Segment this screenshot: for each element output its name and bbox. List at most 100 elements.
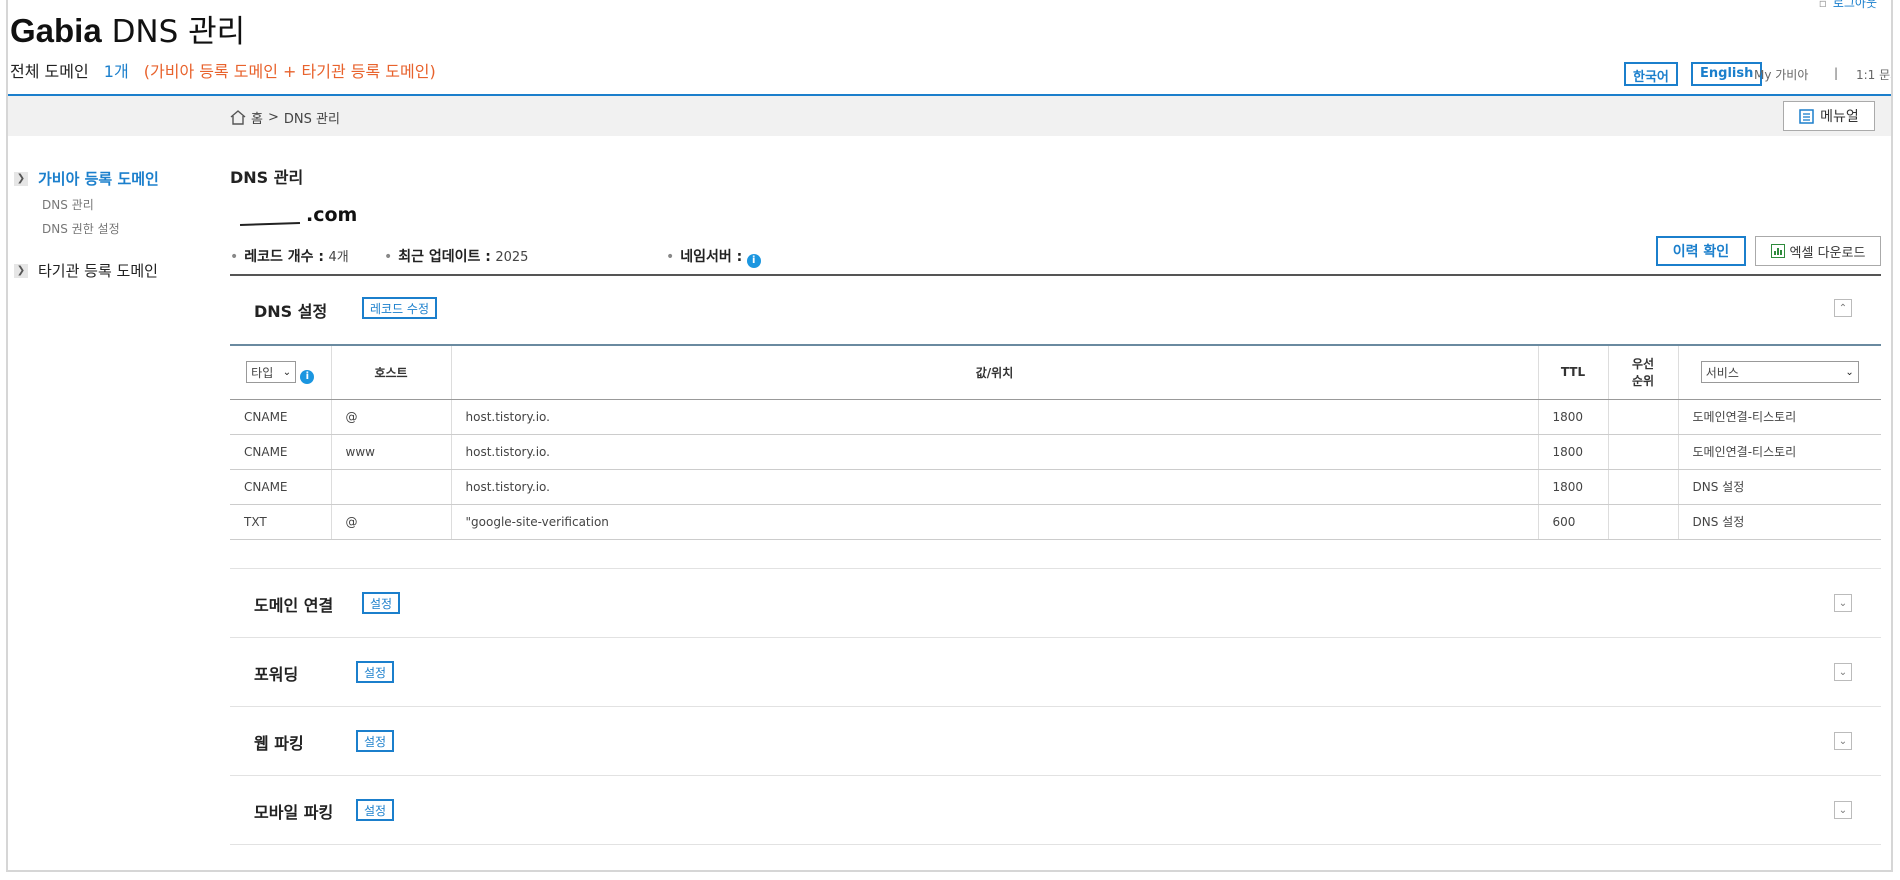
mobile-parking-settings-button[interactable]: 설정 xyxy=(356,799,395,821)
info-icon[interactable]: i xyxy=(746,254,761,268)
breadcrumb-separator: > xyxy=(267,110,279,125)
breadcrumb-bar: 홈 > DNS 관리 메뉴얼 xyxy=(8,96,1891,136)
sidebar-item-dns-permission[interactable]: DNS 권한 설정 xyxy=(42,220,120,237)
record-host: @ xyxy=(330,399,451,435)
sidebar-group-label: 타기관 등록 도메인 xyxy=(38,262,158,280)
manual-button[interactable]: 메뉴얼 xyxy=(1783,101,1875,131)
chevron-right-icon: ❯ xyxy=(14,171,28,186)
record-priority xyxy=(1607,504,1678,540)
expand-toggle-icon[interactable]: ⌄ xyxy=(1834,801,1852,819)
expand-toggle-icon[interactable]: ⌄ xyxy=(1834,594,1852,612)
excel-download-button[interactable]: 엑셀 다운로드 xyxy=(1755,236,1881,266)
service-filter-select[interactable]: 서비스 ⌄ xyxy=(1700,361,1859,384)
expand-toggle-icon[interactable]: ⌄ xyxy=(1834,663,1852,681)
inquiry-link[interactable]: 1:1 문의 xyxy=(1856,66,1891,83)
section-divider xyxy=(230,706,1881,707)
forwarding-settings-button[interactable]: 설정 xyxy=(356,661,395,683)
domain-connect-title: 도메인 연결 xyxy=(254,596,334,615)
sidebar-item-dns-manage[interactable]: DNS 관리 xyxy=(42,196,94,213)
sidebar-group-gabia[interactable]: ❯ 가비아 등록 도메인 xyxy=(14,168,159,189)
edit-records-button[interactable]: 레코드 수정 xyxy=(362,297,438,319)
table-row: CNAME www host.tistory.io. 1800 도메인연결-티스… xyxy=(230,434,1881,470)
excel-icon xyxy=(1770,244,1785,258)
service-header: 서비스 ⌄ xyxy=(1677,344,1881,400)
web-parking-settings-button[interactable]: 설정 xyxy=(356,730,395,752)
app-title-text: DNS 관리 xyxy=(111,14,246,50)
record-count: • 레코드 개수 : 4개 xyxy=(230,249,349,265)
section-divider xyxy=(230,844,1881,845)
domain-summary: 전체 도메인 1개 (가비아 등록 도메인 + 타기관 등록 도메인) xyxy=(10,58,436,82)
brand-name: Gabia xyxy=(10,12,102,49)
value-header: 값/위치 xyxy=(450,344,1538,400)
summary-label: 전체 도메인 xyxy=(10,62,89,81)
record-ttl: 600 xyxy=(1537,504,1608,540)
breadcrumb-current: DNS 관리 xyxy=(283,112,340,127)
breadcrumb-home[interactable]: 홈 xyxy=(251,108,263,127)
record-type: CNAME xyxy=(230,469,331,505)
record-value: host.tistory.io. xyxy=(450,434,1538,470)
domain-name: .com xyxy=(239,204,358,227)
record-value: host.tistory.io. xyxy=(450,399,1538,435)
section-divider xyxy=(230,637,1881,638)
collapse-toggle-icon[interactable]: ⌃ xyxy=(1834,299,1852,317)
record-value: "google-site-verification xyxy=(450,504,1538,540)
nameserver-label: 네임서버 : xyxy=(680,249,743,265)
last-updated-label: 최근 업데이트 : xyxy=(398,249,491,265)
record-type: CNAME xyxy=(230,399,331,435)
forwarding-title: 포워딩 xyxy=(254,665,299,684)
record-host xyxy=(330,469,451,505)
summary-count[interactable]: 1개 xyxy=(104,62,129,81)
logout-link[interactable]: ▫ 로그아웃 xyxy=(1819,0,1877,11)
home-icon[interactable] xyxy=(230,110,246,125)
summary-description: (가비아 등록 도메인 + 타기관 등록 도메인) xyxy=(143,62,436,81)
excel-download-label: 엑셀 다운로드 xyxy=(1789,245,1866,261)
breadcrumb: 홈 > DNS 관리 xyxy=(230,108,340,127)
sidebar-group-label: 가비아 등록 도메인 xyxy=(38,170,159,188)
web-parking-title: 웹 파킹 xyxy=(254,734,304,753)
record-host: @ xyxy=(330,504,451,540)
host-header: 호스트 xyxy=(330,344,451,400)
record-ttl: 1800 xyxy=(1537,434,1608,470)
record-priority xyxy=(1607,399,1678,435)
manual-button-label: 메뉴얼 xyxy=(1820,109,1859,125)
service-filter-label: 서비스 xyxy=(1705,365,1739,380)
record-service: 도메인연결-티스토리 xyxy=(1677,434,1881,470)
table-header-row: 타입 ⌄ i 호스트 값/위치 TTL 우선 순위 서비스 ⌄ xyxy=(230,344,1881,400)
logout-label: 로그아웃 xyxy=(1832,0,1877,10)
domain-connect-settings-button[interactable]: 설정 xyxy=(362,592,401,614)
dns-settings-title: DNS 설정 xyxy=(254,302,328,321)
record-type: CNAME xyxy=(230,434,331,470)
record-value: host.tistory.io. xyxy=(450,469,1538,505)
sidebar-group-other[interactable]: ❯ 타기관 등록 도메인 xyxy=(14,260,158,281)
domain-suffix: .com xyxy=(306,204,358,226)
type-header: 타입 ⌄ i xyxy=(230,344,331,400)
section-divider xyxy=(230,274,1881,276)
my-gabia-link[interactable]: My 가비아 xyxy=(1754,66,1808,83)
record-count-label: 레코드 개수 : xyxy=(244,249,325,265)
lang-english-button[interactable]: English xyxy=(1691,62,1763,86)
section-divider xyxy=(230,568,1881,569)
top-nav-separator: | xyxy=(1834,66,1839,80)
history-button[interactable]: 이력 확인 xyxy=(1656,236,1746,266)
ttl-header: TTL xyxy=(1537,344,1608,400)
mobile-parking-title: 모바일 파킹 xyxy=(254,803,334,822)
section-divider xyxy=(230,775,1881,776)
expand-toggle-icon[interactable]: ⌄ xyxy=(1834,732,1852,750)
table-row: CNAME host.tistory.io. 1800 DNS 설정 xyxy=(230,469,1881,505)
record-count-value: 4개 xyxy=(328,250,349,265)
lang-korean-button[interactable]: 한국어 xyxy=(1624,62,1678,86)
record-host: www xyxy=(330,434,451,470)
dns-record-table: 타입 ⌄ i 호스트 값/위치 TTL 우선 순위 서비스 ⌄ CNAME @ ho… xyxy=(230,344,1881,540)
last-updated: • 최근 업데이트 : 2025 xyxy=(384,249,529,265)
type-filter-select[interactable]: 타입 ⌄ xyxy=(246,361,297,383)
last-updated-value: 2025 xyxy=(495,250,529,265)
section-heading: DNS 관리 xyxy=(230,168,304,187)
table-row: CNAME @ host.tistory.io. 1800 도메인연결-티스토리 xyxy=(230,399,1881,435)
redacted-domain xyxy=(239,221,301,227)
record-service: DNS 설정 xyxy=(1677,504,1881,540)
info-icon[interactable]: i xyxy=(300,369,315,384)
record-type: TXT xyxy=(230,504,331,540)
record-ttl: 1800 xyxy=(1537,469,1608,505)
page-title: Gabia DNS 관리 xyxy=(10,6,245,51)
app-window: Gabia DNS 관리 ▫ 로그아웃 전체 도메인 1개 (가비아 등록 도메인… xyxy=(6,0,1893,872)
